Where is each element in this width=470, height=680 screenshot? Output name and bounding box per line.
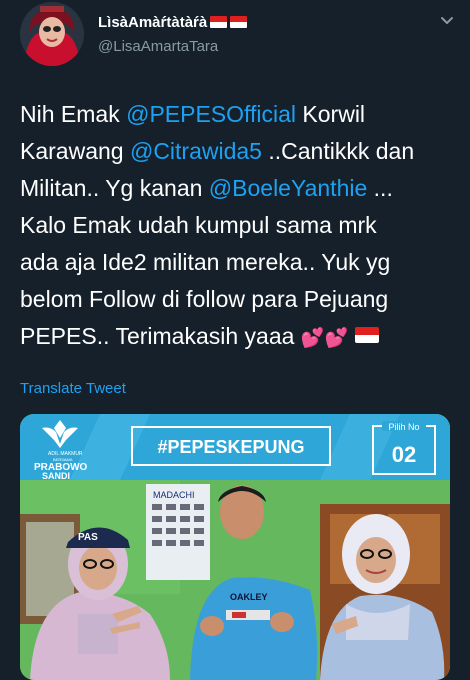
user-handle[interactable]: @LisaAmartaTara (98, 38, 218, 55)
indonesia-flag-icon (230, 16, 248, 28)
tweet-text-span: ... (367, 175, 393, 201)
tweet-text: Nih Emak @PEPESOfficial Korwil Karawang … (20, 96, 460, 355)
tweet-text-span: Korwil (296, 101, 366, 127)
tweet-text-span: ada aja Ide2 militan mereka.. Yuk yg (20, 249, 391, 275)
shirt-text: OAKLEY (230, 592, 268, 602)
tweet-text-span: PEPES.. Terimakasih yaaa (20, 323, 301, 349)
mention-link[interactable]: @BoeleYanthie (209, 175, 367, 201)
two-hearts-icon: 💕 (300, 328, 325, 349)
number-text: 02 (392, 442, 416, 467)
tweet-line: Karawang @Citrawida5 ..Cantikkk dan (20, 133, 460, 170)
tweet-text-span: Kalo Emak udah kumpul sama mrk (20, 212, 377, 238)
tweet-header: LìsàAmàŕtàtàŕà @LisaAmartaTara (0, 0, 470, 80)
photo-image: MADACHI ADIL MAKMUR BERSAMA PRABOWO SAND… (20, 414, 450, 680)
cap-text: PAS (78, 532, 98, 543)
tweet-line: Militan.. Yg kanan @BoeleYanthie ... (20, 170, 460, 207)
tweet-text-span: Karawang (20, 138, 130, 164)
mention-link[interactable]: @PEPESOfficial (126, 101, 296, 127)
poster-text: MADACHI (153, 490, 195, 500)
tweet-line: belom Follow di follow para Pejuang (20, 281, 460, 318)
tweet-line: Kalo Emak udah kumpul sama mrk (20, 207, 460, 244)
translate-tweet-link[interactable]: Translate Tweet (20, 380, 126, 397)
indonesia-flag-icon (210, 16, 228, 28)
tweet-photo[interactable]: MADACHI ADIL MAKMUR BERSAMA PRABOWO SAND… (20, 414, 450, 680)
tweet-text-span: belom Follow di follow para Pejuang (20, 286, 389, 312)
tweet-line: PEPES.. Terimakasih yaaa 💕💕 (20, 318, 460, 355)
avatar[interactable] (20, 2, 84, 66)
two-hearts-icon: 💕 (324, 328, 349, 349)
indonesia-flag-icon (354, 327, 379, 343)
tweet-line: ada aja Ide2 militan mereka.. Yuk yg (20, 244, 460, 281)
mention-link[interactable]: @Citrawida5 (130, 138, 262, 164)
tweet-text-span: Nih Emak (20, 101, 127, 127)
pilih-no-label: Pilih No (388, 422, 419, 432)
tweet-text-span: Militan.. Yg kanan (20, 175, 209, 201)
tweet-text-span: ..Cantikkk dan (261, 138, 415, 164)
hashtag-text: #PEPESKEPUNG (157, 437, 304, 457)
display-name[interactable]: LìsàAmàŕtàtàŕà (98, 14, 248, 31)
display-name-text: LìsàAmàŕtàtàŕà (98, 14, 208, 31)
banner-text-sandi: SANDI (42, 471, 70, 481)
tweet-line: Nih Emak @PEPESOfficial Korwil (20, 96, 460, 133)
chevron-down-icon[interactable] (440, 14, 454, 28)
